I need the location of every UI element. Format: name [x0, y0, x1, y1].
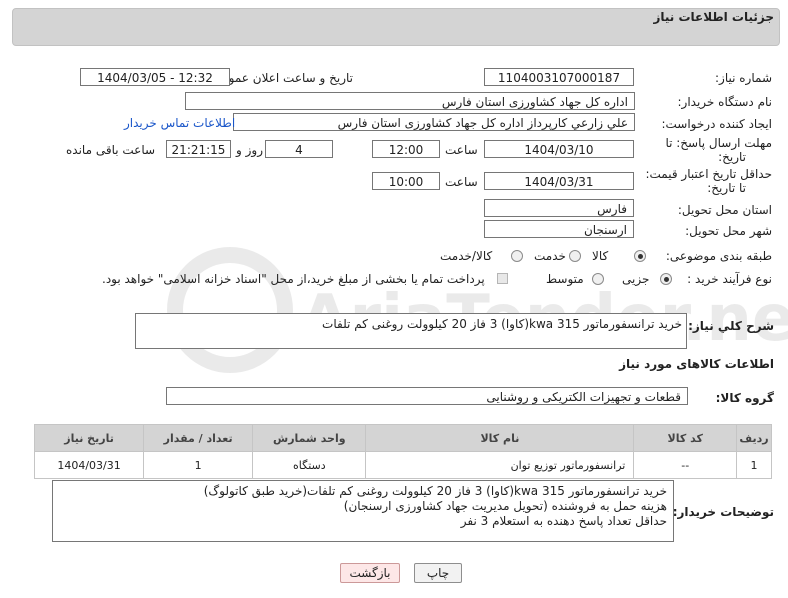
buyer-org-label: نام دستگاه خریدار: — [677, 95, 773, 109]
treasury-payment-checkbox[interactable] — [497, 273, 508, 284]
process-option-minor: جزیی — [622, 272, 650, 286]
validity-time-field: 10:00 — [372, 172, 440, 190]
description-text: خرید ترانسفورماتور kwa 315(کاوا) 3 فاز 2… — [322, 317, 682, 331]
back-button[interactable]: بازگشت — [340, 563, 400, 583]
city-field: ارسنجان — [484, 220, 634, 238]
days-field: 4 — [265, 140, 333, 158]
buyer-notes-line-3: حداقل تعداد پاسخ دهنده به استعلام 3 نفر — [460, 514, 667, 528]
process-radio-minor[interactable] — [660, 273, 672, 285]
remaining-label: ساعت باقی مانده — [66, 143, 156, 157]
buyer-notes-line-2: هزینه حمل به فروشنده (تحویل مدیریت جهاد … — [343, 499, 667, 513]
buyer-notes-label: توضیحات خریدار: — [672, 505, 774, 519]
process-option-medium: متوسط — [546, 272, 584, 286]
col-code: کد کالا — [633, 424, 738, 452]
category-radio-goods[interactable] — [634, 250, 646, 262]
table-row: 1 -- ترانسفورماتور توزیع توان دستگاه 1 1… — [33, 451, 772, 479]
col-unit: واحد شمارش — [252, 424, 367, 452]
validity-label: حداقل تاریخ اعتبار قیمت: — [645, 167, 772, 181]
deadline-label: مهلت ارسال پاسخ: تا — [665, 136, 772, 150]
goods-section-title: اطلاعات کالاهای مورد نیاز — [619, 357, 774, 371]
city-label: شهر محل تحویل: — [685, 224, 772, 238]
category-option-goods: کالا — [592, 249, 609, 263]
validity-time-label: ساعت — [445, 175, 478, 189]
creator-field: علي زارعي کارپرداز اداره کل جهاد کشاورزی… — [233, 113, 635, 131]
process-label: نوع فرآیند خرید : — [687, 272, 772, 286]
buyer-notes-line-1: خرید ترانسفورماتور kwa 315(کاوا) 3 فاز 2… — [203, 484, 667, 498]
goods-table-header: ردیف کد کالا نام کالا واحد شمارش تعداد /… — [33, 424, 772, 452]
goods-group-field: قطعات و تجهیزات الکتریکی و روشنایی — [166, 387, 688, 405]
category-label: طبقه بندی موضوعی: — [665, 249, 772, 263]
deadline-time-label: ساعت — [445, 143, 478, 157]
goods-group-label: گروه کالا: — [715, 391, 774, 405]
description-label: شرح کلي نياز: — [688, 319, 774, 333]
process-radio-medium[interactable] — [592, 273, 604, 285]
province-field: فارس — [484, 199, 634, 217]
category-option-service: خدمت — [534, 249, 566, 263]
deadline-date-field: 1404/03/10 — [484, 140, 634, 158]
cell-row: 1 — [736, 451, 772, 479]
payment-note: پرداخت تمام یا بخشی از مبلغ خرید،از محل … — [102, 272, 485, 286]
description-textarea[interactable]: خرید ترانسفورماتور kwa 315(کاوا) 3 فاز 2… — [135, 313, 687, 349]
province-label: استان محل تحویل: — [677, 203, 772, 217]
announce-field: 1404/03/05 - 12:32 — [80, 68, 230, 86]
cell-name: ترانسفورماتور توزیع توان — [365, 451, 635, 479]
col-row: ردیف — [736, 424, 772, 452]
col-date: تاریخ نیاز — [33, 424, 145, 452]
need-number-field: 1104003107000187 — [484, 68, 634, 86]
cell-code: -- — [633, 451, 738, 479]
cell-date: 1404/03/31 — [33, 451, 145, 479]
remaining-time-field: 21:21:15 — [166, 140, 231, 158]
validity-label-2: تا تاریخ: — [707, 181, 746, 195]
deadline-time-field: 12:00 — [372, 140, 440, 158]
buyer-notes-textarea[interactable]: خرید ترانسفورماتور kwa 315(کاوا) 3 فاز 2… — [52, 480, 674, 542]
buyer-contact-link[interactable]: اطلاعات تماس خریدار — [124, 116, 235, 130]
cell-qty: 1 — [143, 451, 254, 479]
col-name: نام کالا — [365, 424, 635, 452]
buyer-org-field: اداره کل جهاد کشاورزی استان فارس — [185, 92, 635, 110]
creator-label: ایجاد کننده درخواست: — [661, 117, 772, 131]
validity-date-field: 1404/03/31 — [484, 172, 634, 190]
print-button[interactable]: چاپ — [414, 563, 462, 583]
deadline-label-2: تاریخ: — [718, 150, 746, 164]
page-title: جزئیات اطلاعات نیاز — [653, 10, 774, 24]
goods-table: ردیف کد کالا نام کالا واحد شمارش تعداد /… — [33, 424, 772, 479]
category-radio-both[interactable] — [511, 250, 523, 262]
category-radio-service[interactable] — [569, 250, 581, 262]
category-option-both: کالا/خدمت — [440, 249, 493, 263]
need-number-label: شماره نیاز: — [715, 71, 772, 85]
cell-unit: دستگاه — [252, 451, 367, 479]
days-label: روز و — [236, 143, 263, 157]
col-qty: تعداد / مقدار — [143, 424, 254, 452]
